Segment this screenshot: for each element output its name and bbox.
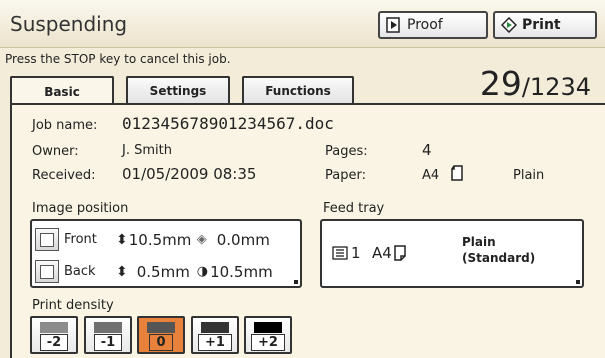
feed-tray-label: Feed tray (323, 201, 385, 216)
stop-message: Press the STOP key to cancel this job. (5, 52, 231, 66)
received-value: 01/05/2009 08:35 (122, 165, 257, 183)
back-label: Back (64, 264, 96, 279)
back-horizontal-value: 10.5mm (210, 262, 273, 281)
density-button-+2[interactable]: +2 (244, 316, 292, 354)
proof-button[interactable]: Proof (378, 11, 488, 39)
density-button--2[interactable]: -2 (30, 316, 78, 354)
density-swatch (40, 322, 68, 333)
tray-paper-type-line2: (Standard) (462, 251, 536, 265)
paper-portrait-icon (394, 245, 406, 265)
density-swatch (94, 322, 122, 333)
back-row: Back ⬍ 0.5mm ◑ 10.5mm (35, 259, 273, 284)
owner-label: Owner: (32, 144, 79, 159)
start-diamond-icon (501, 17, 517, 33)
density-swatch (254, 322, 282, 333)
owner-value: J. Smith (122, 143, 172, 158)
density-swatch (147, 322, 175, 333)
front-side-icon (35, 228, 59, 251)
received-label: Received: (32, 168, 96, 183)
job-name-label: Job name: (32, 118, 98, 133)
density-swatch (201, 322, 229, 333)
image-position-label: Image position (32, 201, 129, 216)
horizontal-shift-icon: ◑ (196, 264, 209, 279)
density-label: 0 (139, 334, 183, 351)
density-button-+1[interactable]: +1 (191, 316, 239, 354)
page-title: Suspending (10, 12, 128, 36)
back-vertical-value: 0.5mm (136, 262, 190, 281)
tab-settings[interactable]: Settings (126, 76, 230, 104)
pages-label: Pages: (325, 144, 368, 159)
proof-label: Proof (407, 17, 443, 33)
density-label: -2 (32, 334, 76, 351)
front-label: Front (64, 232, 97, 247)
paper-size-value: A4 (422, 168, 440, 183)
title-bar: Suspending Proof Print (0, 0, 605, 48)
back-side-icon (35, 260, 59, 283)
tray-paper-type-line1: Plain (462, 235, 496, 249)
paper-type-value: Plain (513, 168, 545, 183)
image-position-box[interactable]: Front ⬍ 10.5mm ◈ 0.0mm Back ⬍ 0.5mm ◑ 10… (30, 219, 302, 288)
tray-size: A4 (372, 244, 392, 262)
density-button-0[interactable]: 0 (137, 316, 185, 354)
counter-total: /1234 (521, 73, 591, 101)
density-button--1[interactable]: -1 (84, 316, 132, 354)
tray-number: 1 (351, 244, 361, 262)
density-label: +2 (246, 334, 290, 351)
print-label: Print (522, 17, 561, 33)
paper-orientation-icon (450, 165, 464, 185)
feed-tray-box[interactable]: 1 A4 Plain (Standard) (320, 219, 584, 288)
front-row: Front ⬍ 10.5mm ◈ 0.0mm (35, 227, 270, 252)
tray-icon (332, 245, 348, 265)
density-label: +1 (193, 334, 237, 351)
paper-label: Paper: (325, 168, 366, 183)
tab-basic[interactable]: Basic (10, 76, 114, 106)
vertical-shift-icon: ⬍ (116, 231, 128, 248)
proof-icon (386, 17, 402, 33)
counter-current: 29 (479, 64, 522, 103)
tab-functions[interactable]: Functions (242, 76, 354, 104)
page-counter: 29/1234 (480, 64, 591, 103)
vertical-shift-icon: ⬍ (116, 263, 128, 280)
pages-value: 4 (422, 141, 432, 159)
horizontal-shift-icon: ◈ (196, 232, 207, 247)
print-button[interactable]: Print (493, 11, 597, 39)
print-density-label: Print density (32, 298, 114, 313)
front-horizontal-value: 0.0mm (216, 230, 270, 249)
job-name-value: 012345678901234567.doc (122, 114, 334, 133)
density-label: -1 (86, 334, 130, 351)
front-vertical-value: 10.5mm (128, 230, 192, 249)
